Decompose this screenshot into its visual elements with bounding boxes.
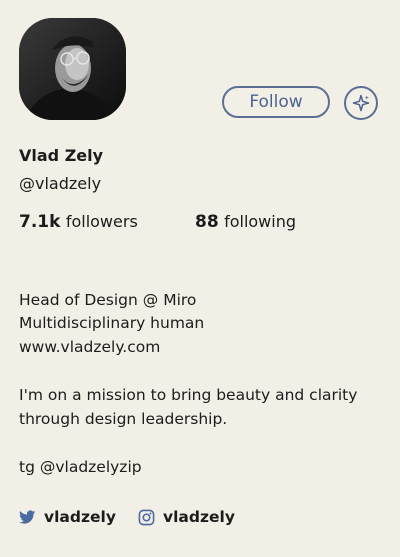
followers-count: 7.1k [19, 212, 61, 232]
follow-button[interactable]: Follow [222, 86, 330, 118]
twitter-handle: vladzely [44, 508, 116, 526]
twitter-icon [19, 509, 36, 525]
profile-photo [19, 18, 126, 120]
username-handle: @vladzely [19, 174, 102, 193]
bio-line: through design leadership. [19, 410, 228, 428]
following-count: 88 [195, 212, 219, 232]
sparkle-icon [352, 94, 370, 112]
bio-line: tg @vladzelyzip [19, 458, 142, 476]
followers-stat[interactable]: 7.1k followers [19, 212, 138, 232]
website-link[interactable]: www.vladzely.com [19, 335, 160, 359]
sparkle-button[interactable] [344, 86, 378, 120]
bio-line: I'm on a mission to bring beauty and cla… [19, 386, 358, 404]
twitter-link[interactable]: vladzely [19, 508, 116, 526]
bio-line: Multidisciplinary human [19, 314, 205, 332]
bio-line: Head of Design @ Miro [19, 291, 197, 309]
avatar[interactable] [19, 18, 126, 120]
display-name: Vlad Zely [19, 146, 104, 165]
instagram-handle: vladzely [163, 508, 235, 526]
instagram-link[interactable]: vladzely [138, 508, 235, 526]
following-stat[interactable]: 88 following [195, 212, 296, 232]
following-label: following [224, 212, 297, 231]
instagram-icon [138, 509, 155, 526]
follow-button-label: Follow [249, 92, 303, 112]
followers-label: followers [65, 212, 138, 231]
